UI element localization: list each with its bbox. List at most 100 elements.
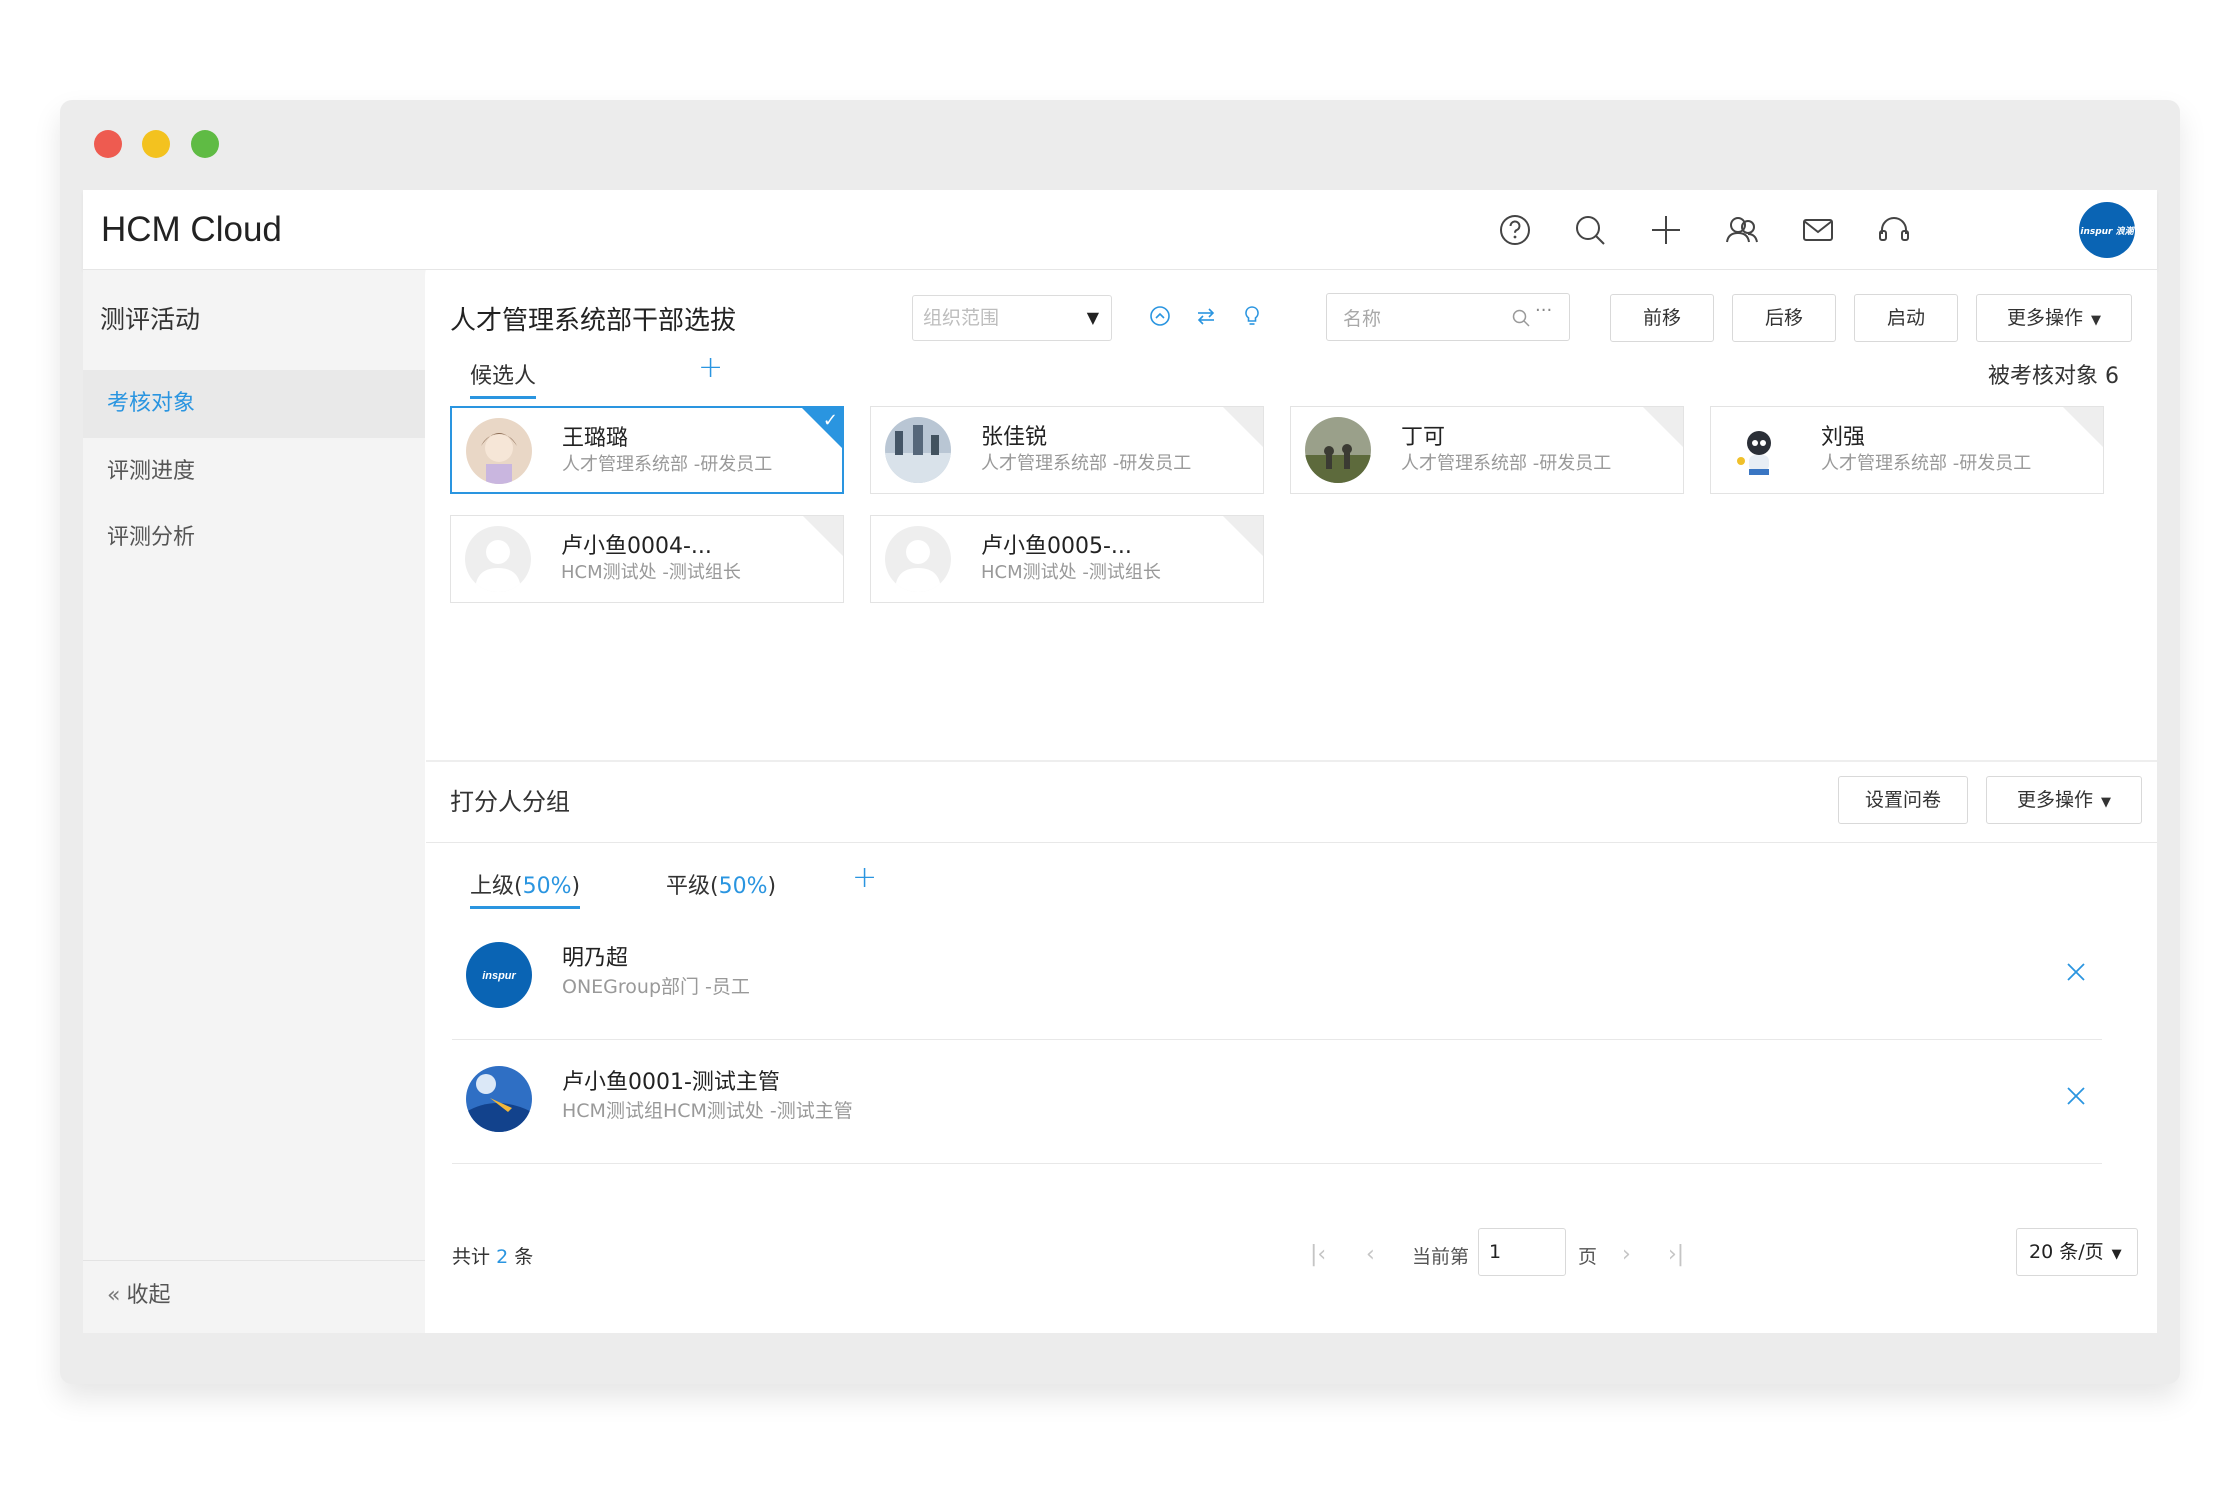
selection-corner bbox=[803, 516, 843, 556]
org-scope-select[interactable]: 组织范围 ▼ bbox=[912, 295, 1112, 341]
tab-superior-percent: 50% bbox=[522, 874, 572, 899]
more-icon[interactable]: ··· bbox=[1535, 300, 1552, 321]
current-page-label: 当前第 bbox=[1412, 1246, 1470, 1268]
total-suffix: 条 bbox=[514, 1246, 534, 1268]
move-prev-button[interactable]: 前移 bbox=[1610, 294, 1714, 342]
close-window-button[interactable] bbox=[94, 130, 122, 158]
selection-corner bbox=[2063, 407, 2103, 447]
selection-corner bbox=[1643, 407, 1683, 447]
total-number: 2 bbox=[496, 1246, 509, 1268]
search-icon bbox=[1512, 309, 1530, 327]
avatar-placeholder bbox=[465, 526, 531, 592]
rater-dept: HCM测试组HCM测试处 -测试主管 bbox=[562, 1100, 853, 1122]
rater-name: 卢小鱼0001-测试主管 bbox=[562, 1070, 780, 1095]
candidate-name: 卢小鱼0005-... bbox=[981, 534, 1132, 559]
candidate-dept: 人才管理系统部 -研发员工 bbox=[1401, 453, 1612, 474]
tab-candidates[interactable]: 候选人 bbox=[470, 358, 537, 399]
top-bar: HCM Cloud inspur 浪潮 bbox=[83, 190, 2157, 270]
candidate-dept: HCM测试处 -测试组长 bbox=[981, 562, 1161, 583]
assessed-count: 被考核对象 6 bbox=[1988, 364, 2119, 389]
collapse-up-icon[interactable] bbox=[1148, 304, 1172, 328]
rater-name: 明乃超 bbox=[562, 946, 629, 971]
candidate-name: 丁可 bbox=[1401, 425, 1446, 450]
avatar bbox=[1725, 417, 1791, 483]
next-page-icon[interactable]: › bbox=[1622, 1242, 1631, 1267]
sidebar-item-analysis[interactable]: 评测分析 bbox=[83, 504, 425, 572]
more-actions-label: 更多操作 bbox=[2006, 307, 2083, 329]
tab-superior-label: 上级 bbox=[470, 874, 515, 899]
candidate-dept: 人才管理系统部 -研发员工 bbox=[1821, 453, 2032, 474]
remove-rater-icon[interactable] bbox=[2064, 960, 2088, 984]
brand-title: HCM Cloud bbox=[101, 210, 282, 249]
last-page-icon[interactable]: ›| bbox=[1668, 1242, 1684, 1267]
move-next-button[interactable]: 后移 bbox=[1732, 294, 1836, 342]
candidate-card[interactable]: 张佳锐 人才管理系统部 -研发员工 bbox=[870, 406, 1264, 494]
headset-icon[interactable] bbox=[1876, 212, 1912, 248]
svg-text:inspur: inspur bbox=[482, 970, 516, 982]
candidate-card[interactable]: 丁可 人才管理系统部 -研发员工 bbox=[1290, 406, 1684, 494]
rater-more-actions-button[interactable]: 更多操作 ▼ bbox=[1986, 776, 2142, 824]
prev-page-icon[interactable]: ‹ bbox=[1366, 1242, 1375, 1267]
tab-peer[interactable]: 平级(50%) bbox=[666, 868, 776, 900]
page-title: 人才管理系统部干部选拔 bbox=[450, 306, 737, 336]
tab-peer-label: 平级 bbox=[666, 874, 711, 899]
sidebar-title: 测评活动 bbox=[100, 305, 201, 334]
search-placeholder: 名称 bbox=[1343, 308, 1382, 330]
sidebar-item-progress[interactable]: 评测进度 bbox=[83, 438, 425, 506]
rater-more-actions-label: 更多操作 bbox=[2016, 789, 2093, 811]
add-candidate-icon[interactable]: + bbox=[698, 350, 723, 385]
sidebar-collapse-button[interactable]: «收起 bbox=[83, 1260, 425, 1333]
minimize-window-button[interactable] bbox=[142, 130, 170, 158]
sidebar: 测评活动 考核对象 评测进度 评测分析 «收起 bbox=[83, 270, 425, 1333]
app-root: HCM Cloud inspur 浪潮 测评活动 考核对象 评测进度 评测分析 … bbox=[83, 190, 2157, 1333]
rater-row: 卢小鱼0001-测试主管 HCM测试组HCM测试处 -测试主管 bbox=[452, 1044, 2102, 1164]
page-size-select[interactable]: 20 条/页 ▼ bbox=[2016, 1228, 2138, 1276]
candidate-card[interactable]: 刘强 人才管理系统部 -研发员工 bbox=[1710, 406, 2104, 494]
more-actions-button[interactable]: 更多操作 ▼ bbox=[1976, 294, 2132, 342]
page-number-input[interactable]: 1 bbox=[1478, 1228, 1566, 1276]
candidate-card[interactable]: 卢小鱼0005-... HCM测试处 -测试组长 bbox=[870, 515, 1264, 603]
user-avatar[interactable]: inspur 浪潮 bbox=[2079, 202, 2135, 258]
avatar bbox=[466, 418, 532, 484]
page-size-label: 20 条/页 bbox=[2029, 1241, 2104, 1263]
caret-down-icon: ▼ bbox=[2101, 795, 2111, 810]
page-suffix-label: 页 bbox=[1578, 1246, 1598, 1268]
mail-icon[interactable] bbox=[1800, 212, 1836, 248]
candidate-dept: 人才管理系统部 -研发员工 bbox=[562, 454, 773, 475]
caret-down-icon: ▼ bbox=[2111, 1247, 2122, 1262]
double-chevron-left-icon: « bbox=[107, 1283, 121, 1308]
name-search-input[interactable]: 名称 ··· bbox=[1326, 293, 1570, 341]
candidate-card[interactable]: 王璐璐 人才管理系统部 -研发员工 ✓ bbox=[450, 406, 844, 494]
window-titlebar bbox=[60, 100, 2180, 190]
avatar: inspur bbox=[466, 942, 532, 1008]
candidate-name: 张佳锐 bbox=[981, 425, 1048, 450]
caret-down-icon: ▼ bbox=[2091, 313, 2101, 328]
candidate-name: 刘强 bbox=[1821, 425, 1866, 450]
set-questionnaire-button[interactable]: 设置问卷 bbox=[1838, 776, 1968, 824]
org-scope-placeholder: 组织范围 bbox=[923, 307, 1000, 329]
first-page-icon[interactable]: |‹ bbox=[1310, 1242, 1326, 1267]
add-rater-group-icon[interactable]: + bbox=[852, 860, 877, 895]
section-divider bbox=[426, 842, 2157, 843]
bulb-icon[interactable] bbox=[1240, 304, 1264, 328]
candidate-card[interactable]: 卢小鱼0004-... HCM测试处 -测试组长 bbox=[450, 515, 844, 603]
avatar bbox=[885, 417, 951, 483]
tab-peer-percent: 50% bbox=[718, 874, 768, 899]
avatar bbox=[1305, 417, 1371, 483]
remove-rater-icon[interactable] bbox=[2064, 1084, 2088, 1108]
rater-row: inspur 明乃超 ONEGroup部门 -员工 bbox=[452, 920, 2102, 1040]
candidate-name: 王璐璐 bbox=[562, 426, 629, 451]
maximize-window-button[interactable] bbox=[191, 130, 219, 158]
candidate-name: 卢小鱼0004-... bbox=[561, 534, 712, 559]
swap-icon[interactable] bbox=[1194, 304, 1218, 328]
avatar-placeholder bbox=[885, 526, 951, 592]
start-button[interactable]: 启动 bbox=[1854, 294, 1958, 342]
sidebar-item-assessment-objects[interactable]: 考核对象 bbox=[83, 370, 425, 438]
tab-superior[interactable]: 上级(50%) bbox=[470, 868, 581, 909]
people-icon[interactable] bbox=[1724, 212, 1760, 248]
total-prefix: 共计 bbox=[452, 1246, 491, 1268]
collapse-label: 收起 bbox=[126, 1283, 171, 1308]
search-icon[interactable] bbox=[1572, 212, 1608, 248]
help-icon[interactable] bbox=[1497, 212, 1533, 248]
plus-icon[interactable] bbox=[1648, 212, 1684, 248]
